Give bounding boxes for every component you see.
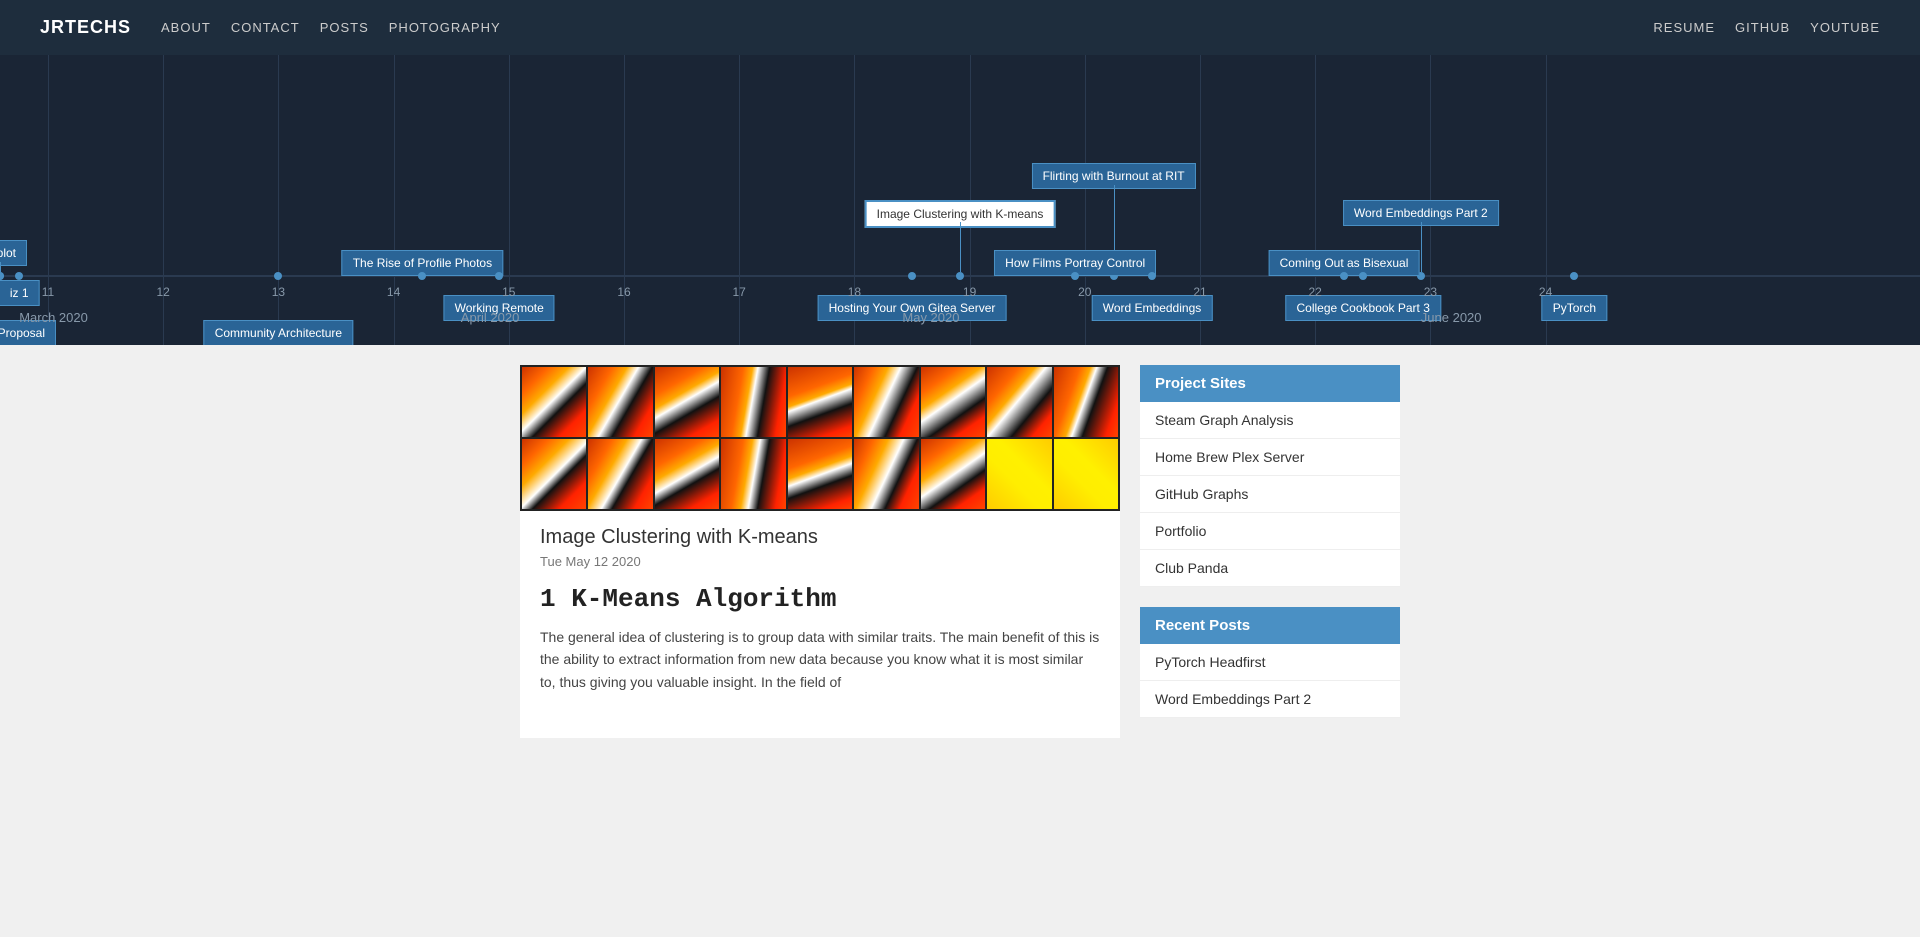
list-item: Word Embeddings Part 2 <box>1140 681 1400 718</box>
heatmap-cell <box>987 367 1051 437</box>
heatmap-cell <box>987 439 1051 509</box>
heatmap-cell <box>522 367 586 437</box>
sidebar: Project Sites Steam Graph Analysis Home … <box>1140 365 1400 738</box>
word-embeddings-link[interactable]: Word Embeddings Part 2 <box>1140 681 1400 717</box>
heatmap-cell <box>1054 439 1118 509</box>
recent-posts-section: Recent Posts PyTorch Headfirst Word Embe… <box>1140 607 1400 718</box>
timeline: pyplotiz 1itecture ProposalCommunity Arc… <box>0 55 1920 345</box>
heatmap-cell <box>655 439 719 509</box>
article-date: Tue May 12 2020 <box>540 554 1100 569</box>
navbar: JRTECHS ABOUT CONTACT POSTS PHOTOGRAPHY … <box>0 0 1920 55</box>
heatmap-cell <box>588 439 652 509</box>
article-images <box>520 365 1120 511</box>
heatmap-cell <box>788 367 852 437</box>
main-content: Image Clustering with K-means Tue May 12… <box>0 345 1920 758</box>
nav-right: RESUME GITHUB YOUTUBE <box>1653 20 1880 35</box>
heatmap-cell <box>788 439 852 509</box>
list-item: Portfolio <box>1140 513 1400 550</box>
nav-posts[interactable]: POSTS <box>320 20 369 35</box>
nav-github[interactable]: GITHUB <box>1735 20 1790 35</box>
timeline-inner: pyplotiz 1itecture ProposalCommunity Arc… <box>0 55 1920 345</box>
heatmap-cell <box>721 439 785 509</box>
nav-contact[interactable]: CONTACT <box>231 20 300 35</box>
list-item: Home Brew Plex Server <box>1140 439 1400 476</box>
nav-links: ABOUT CONTACT POSTS PHOTOGRAPHY <box>161 20 501 35</box>
nav-resume[interactable]: RESUME <box>1653 20 1715 35</box>
heatmap-cell <box>588 367 652 437</box>
heatmap-cell <box>921 439 985 509</box>
project-sites-list: Steam Graph Analysis Home Brew Plex Serv… <box>1140 402 1400 587</box>
list-item: Steam Graph Analysis <box>1140 402 1400 439</box>
heatmap-cell <box>655 367 719 437</box>
nav-brand[interactable]: JRTECHS <box>40 17 131 38</box>
project-sites-section: Project Sites Steam Graph Analysis Home … <box>1140 365 1400 587</box>
nav-youtube[interactable]: YOUTUBE <box>1810 20 1880 35</box>
project-sites-header: Project Sites <box>1140 365 1400 402</box>
home-brew-link[interactable]: Home Brew Plex Server <box>1140 439 1400 475</box>
pytorch-link[interactable]: PyTorch Headfirst <box>1140 644 1400 680</box>
portfolio-link[interactable]: Portfolio <box>1140 513 1400 549</box>
recent-posts-header: Recent Posts <box>1140 607 1400 644</box>
list-item: Club Panda <box>1140 550 1400 587</box>
nav-about[interactable]: ABOUT <box>161 20 211 35</box>
article-heading: 1 K-Means Algorithm <box>540 584 1100 614</box>
article-body: Image Clustering with K-means Tue May 12… <box>520 511 1120 708</box>
club-panda-link[interactable]: Club Panda <box>1140 550 1400 586</box>
heatmap-cell <box>854 439 918 509</box>
steam-graph-link[interactable]: Steam Graph Analysis <box>1140 402 1400 438</box>
nav-left: JRTECHS ABOUT CONTACT POSTS PHOTOGRAPHY <box>40 17 501 38</box>
article-card: Image Clustering with K-means Tue May 12… <box>520 365 1120 738</box>
list-item: PyTorch Headfirst <box>1140 644 1400 681</box>
heatmap-cell <box>921 367 985 437</box>
article-text: The general idea of clustering is to gro… <box>540 626 1100 693</box>
heatmap-cell <box>1054 367 1118 437</box>
heatmap-cell <box>721 367 785 437</box>
github-graphs-link[interactable]: GitHub Graphs <box>1140 476 1400 512</box>
list-item: GitHub Graphs <box>1140 476 1400 513</box>
recent-posts-list: PyTorch Headfirst Word Embeddings Part 2 <box>1140 644 1400 718</box>
nav-photography[interactable]: PHOTOGRAPHY <box>389 20 501 35</box>
heatmap-cell <box>522 439 586 509</box>
heatmap-cell <box>854 367 918 437</box>
article-title: Image Clustering with K-means <box>540 526 1100 549</box>
